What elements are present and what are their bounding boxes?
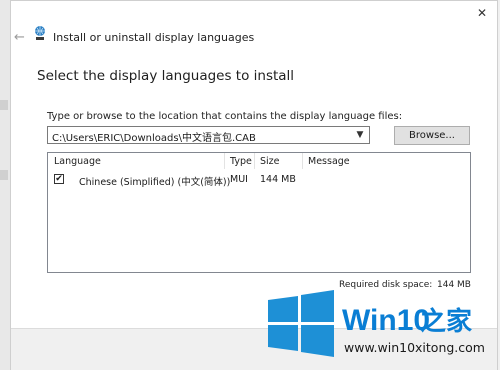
- language-checkbox[interactable]: ✔: [54, 174, 64, 184]
- language-type: MUI: [230, 174, 248, 185]
- watermark-brand: Win10: [342, 304, 430, 337]
- back-arrow-icon[interactable]: ←: [14, 30, 25, 45]
- chevron-down-icon[interactable]: ▼: [353, 128, 367, 142]
- language-name: Chinese (Simplified) (中文(简体)): [79, 177, 231, 188]
- column-divider: [302, 153, 303, 169]
- column-divider: [224, 153, 225, 169]
- title-bar: ← Install or uninstall display languages…: [11, 1, 497, 61]
- column-header-message[interactable]: Message: [308, 156, 350, 167]
- path-combobox[interactable]: C:\Users\ERIC\Downloads\中文语言包.CAB ▼: [47, 126, 370, 144]
- language-table: Language Type Size Message ✔ Chinese (Si…: [47, 152, 471, 273]
- background-window-fragment: [0, 170, 8, 180]
- page-heading: Select the display languages to install: [37, 68, 295, 84]
- language-globe-icon: [33, 25, 47, 45]
- windows-logo-icon: [268, 290, 334, 357]
- close-icon[interactable]: ✕: [477, 6, 487, 20]
- required-disk-space-value: 144 MB: [437, 280, 471, 290]
- path-label: Type or browse to the location that cont…: [47, 111, 403, 122]
- path-input[interactable]: C:\Users\ERIC\Downloads\中文语言包.CAB: [52, 129, 256, 144]
- language-size: 144 MB: [260, 174, 296, 185]
- background-window-fragment: [0, 100, 8, 110]
- watermark-logo: Win10 之家 www.win10xitong.com: [268, 290, 498, 358]
- column-divider: [254, 153, 255, 169]
- column-header-language[interactable]: Language: [54, 156, 101, 167]
- watermark-url: www.win10xitong.com: [344, 340, 485, 355]
- column-header-type[interactable]: Type: [230, 156, 252, 167]
- required-disk-space-label: Required disk space:: [339, 280, 433, 290]
- browse-button[interactable]: Browse...: [394, 126, 470, 145]
- table-row[interactable]: ✔ Chinese (Simplified) (中文(简体)) MUI 144 …: [48, 172, 470, 190]
- column-header-size[interactable]: Size: [260, 156, 280, 167]
- window-title: Install or uninstall display languages: [53, 31, 255, 44]
- watermark-brand-suffix: 之家: [420, 306, 472, 337]
